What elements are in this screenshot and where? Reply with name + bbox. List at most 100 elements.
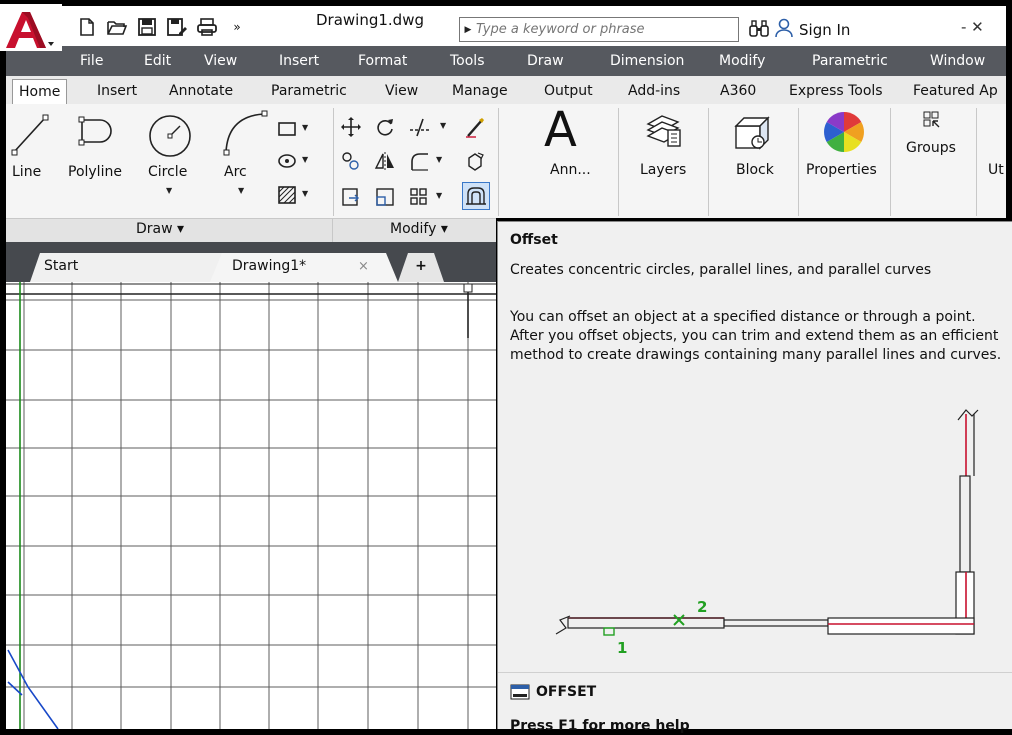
tab-view[interactable]: View [385, 79, 418, 103]
exchange-icon[interactable]: - ✕ [961, 18, 984, 36]
search-expand-icon[interactable]: ▶ [460, 25, 476, 35]
groups-panel[interactable]: Groups [896, 104, 976, 214]
tab-home[interactable]: Home [12, 79, 68, 105]
arc-tool[interactable]: Arc ▼ [214, 104, 268, 214]
layers-panel[interactable]: Layers [624, 104, 704, 214]
panel-separator [618, 108, 619, 216]
properties-panel[interactable]: Properties [802, 104, 886, 214]
groups-icon [923, 111, 940, 128]
hatch-dropdown-icon[interactable]: ▼ [302, 155, 308, 164]
offset-tooltip: Offset Creates concentric circles, paral… [497, 221, 1012, 734]
polyline-label: Polyline [68, 164, 122, 180]
mirror-icon[interactable] [374, 150, 396, 172]
drawing-canvas[interactable] [6, 282, 496, 729]
new-icon[interactable] [76, 16, 98, 38]
arc-dropdown-icon[interactable]: ▼ [238, 186, 244, 195]
sign-in-button[interactable]: Sign In [774, 18, 850, 42]
block-icon [734, 116, 770, 150]
tab-drawing1[interactable]: Drawing1* × [210, 253, 398, 282]
new-tab-button[interactable]: + [398, 253, 444, 282]
tab-output[interactable]: Output [544, 79, 593, 103]
region-dropdown-icon[interactable]: ▼ [302, 189, 308, 198]
command-name: OFFSET [536, 684, 597, 700]
document-tab-bar: Start Drawing1* × + [6, 242, 496, 282]
move-icon[interactable] [340, 116, 362, 138]
menu-modify[interactable]: Modify [719, 46, 765, 76]
search-input[interactable] [476, 22, 726, 37]
tab-annotate[interactable]: Annotate [169, 79, 233, 103]
annotation-panel[interactable]: A Ann... [534, 104, 614, 214]
offset-icon[interactable] [462, 182, 490, 210]
arc-label: Arc [224, 164, 247, 180]
menu-view[interactable]: View [204, 46, 237, 76]
close-tab-icon[interactable]: × [358, 253, 369, 280]
plot-icon[interactable] [196, 16, 218, 38]
grid [6, 282, 496, 729]
quick-access-toolbar: » [76, 14, 248, 40]
menu-format[interactable]: Format [358, 46, 407, 76]
open-icon[interactable] [106, 16, 128, 38]
tab-a360[interactable]: A360 [720, 79, 756, 103]
block-panel[interactable]: Block [714, 104, 794, 214]
menu-draw[interactable]: Draw [527, 46, 564, 76]
circle-dropdown-icon[interactable]: ▼ [166, 186, 172, 195]
sign-in-label: Sign In [799, 21, 851, 39]
copy-icon[interactable] [340, 150, 362, 172]
tab-start[interactable]: Start [30, 253, 230, 282]
tab-featured-apps[interactable]: Featured Ap [913, 79, 998, 103]
tab-express-tools[interactable]: Express Tools [789, 79, 883, 103]
line-tool[interactable]: Line [6, 104, 52, 214]
autocad-logo-icon[interactable] [0, 4, 62, 51]
circle-tool[interactable]: Circle ▼ [142, 104, 198, 214]
tooltip-description: You can offset an object at a specified … [510, 309, 1002, 363]
save-as-icon[interactable] [166, 16, 188, 38]
erase-icon[interactable] [464, 116, 486, 138]
tab-add-ins[interactable]: Add-ins [628, 79, 680, 103]
explode-icon[interactable] [464, 150, 486, 172]
document-title: Drawing1.dwg [316, 11, 424, 29]
array-icon[interactable] [408, 186, 430, 208]
annotation-label: Ann... [550, 162, 591, 178]
scale-icon[interactable] [374, 186, 396, 208]
fillet-dropdown-icon[interactable]: ▼ [436, 155, 442, 164]
menu-insert[interactable]: Insert [279, 46, 319, 76]
rectangle-dropdown-icon[interactable]: ▼ [302, 123, 308, 132]
menu-parametric[interactable]: Parametric [812, 46, 888, 76]
groups-label: Groups [906, 140, 956, 156]
layers-label: Layers [640, 162, 687, 178]
save-icon[interactable] [136, 16, 158, 38]
polyline-icon [78, 116, 112, 146]
search-box[interactable]: ▶ [459, 17, 739, 42]
rectangle-icon[interactable] [276, 118, 298, 140]
draw-panel-title[interactable]: Draw ▾ [136, 221, 184, 237]
tab-insert[interactable]: Insert [97, 79, 137, 103]
trim-icon[interactable] [408, 116, 430, 138]
tab-parametric[interactable]: Parametric [271, 79, 347, 103]
hatch-icon[interactable] [276, 150, 298, 172]
polyline-tool[interactable]: Polyline [58, 104, 134, 214]
utilities-panel[interactable]: Ut [982, 104, 1006, 214]
trim-dropdown-icon[interactable]: ▼ [440, 121, 446, 130]
block-label: Block [736, 162, 774, 178]
plus-icon: + [415, 258, 427, 274]
line-icon [11, 114, 49, 156]
menu-dimension[interactable]: Dimension [610, 46, 684, 76]
panel-separator [798, 108, 799, 216]
stretch-icon[interactable] [340, 186, 362, 208]
menu-window[interactable]: Window [930, 46, 985, 76]
array-dropdown-icon[interactable]: ▼ [436, 191, 442, 200]
region-icon[interactable] [276, 184, 298, 206]
fillet-icon[interactable] [408, 150, 430, 172]
tooltip-title: Offset [510, 232, 558, 248]
menu-edit[interactable]: Edit [144, 46, 171, 76]
menu-bar: File Edit View Insert Format Tools Draw … [6, 46, 1006, 76]
layers-icon [646, 115, 681, 147]
menu-file[interactable]: File [80, 46, 103, 76]
more-icon[interactable]: » [226, 16, 248, 38]
menu-tools[interactable]: Tools [450, 46, 485, 76]
tab-manage[interactable]: Manage [452, 79, 508, 103]
rotate-icon[interactable] [374, 116, 396, 138]
modify-panel-title[interactable]: Modify ▾ [390, 221, 448, 237]
binoculars-icon[interactable] [749, 20, 769, 42]
text-a-icon: A [544, 102, 577, 158]
